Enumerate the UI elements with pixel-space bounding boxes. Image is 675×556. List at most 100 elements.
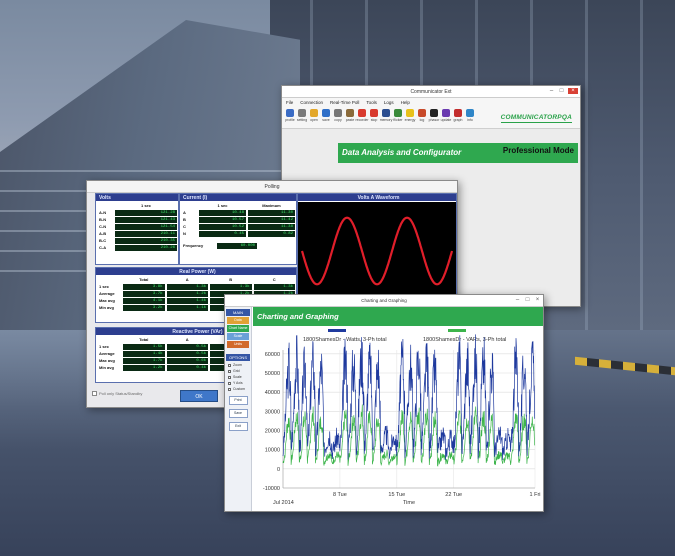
current-row: C 10.52 11.38	[180, 223, 296, 230]
volts-row-value: 210.26	[115, 244, 177, 251]
toolbar-label: paste	[345, 118, 355, 122]
update-icon	[442, 109, 450, 117]
toolbar-graph-button[interactable]: graph	[453, 109, 463, 122]
real-power-col-header: B	[229, 277, 233, 282]
option-checkbox[interactable]	[228, 387, 231, 391]
current-row-label: A	[183, 210, 186, 215]
volts-row-label: A-N	[99, 210, 107, 215]
close-icon[interactable]: ×	[568, 88, 578, 94]
menu-logs[interactable]: Logs	[384, 98, 394, 107]
menu-real-time-poll[interactable]: Real-Time Poll	[330, 98, 359, 107]
current-row-value: 10.57	[199, 216, 246, 223]
toolbar-save-button[interactable]: save	[321, 109, 331, 122]
menu-connection[interactable]: Connection	[300, 98, 323, 107]
current-row-label: B	[183, 217, 186, 222]
menu-file[interactable]: File	[286, 98, 293, 107]
exit-button[interactable]: Exit	[228, 422, 248, 431]
reactive-power-col-header: Total	[139, 337, 149, 342]
y-tick-label: 20000	[265, 429, 280, 435]
save-button[interactable]: Save	[228, 409, 248, 418]
volts-row: A-B 210.11	[96, 230, 178, 237]
option-checkbox[interactable]	[228, 369, 231, 373]
toolbar-profile-button[interactable]: profile	[285, 109, 295, 122]
volts-rows: A-N 121.28 B-N 121.43 C-N 121.54 A-B 210.11 B-C 2…	[96, 209, 178, 251]
power-row-value: 1.1k	[166, 304, 208, 311]
volts-row: A-N 121.28	[96, 209, 178, 216]
toolbar-label: open	[310, 118, 318, 122]
toolbar-memory-button[interactable]: memory	[379, 109, 393, 122]
power-row-value: 3.7k	[123, 290, 165, 297]
volts-row-label: B-N	[99, 217, 107, 222]
toolbar-update-button[interactable]: update	[441, 109, 451, 122]
power-row-value: 3.2k	[123, 304, 165, 311]
toolbar-open-button[interactable]: open	[309, 109, 319, 122]
toolbar-log-button[interactable]: log	[417, 109, 427, 122]
real-power-col-header: C	[272, 277, 276, 282]
power-row-label: Min avg	[99, 305, 114, 310]
y-tick-label: 50000	[265, 371, 280, 377]
toolbar: profile setting open save copy paste recorder s…	[282, 107, 580, 129]
copy-icon	[334, 109, 342, 117]
toolbar-label: phasor	[428, 118, 440, 122]
current-row-value: 10.48	[199, 209, 246, 216]
option-checkbox[interactable]	[228, 363, 231, 367]
option-checkbox[interactable]	[228, 381, 231, 385]
poll-status-checkbox[interactable]: Poll only Status/Standby	[92, 391, 142, 396]
bulb-icon	[406, 109, 414, 117]
option-checkbox[interactable]	[228, 375, 231, 379]
toolbar-paste-button[interactable]: paste	[345, 109, 355, 122]
volts-row-label: C-N	[99, 224, 107, 229]
reactive-power-col-header: A	[185, 337, 189, 342]
ok-button[interactable]: OK	[180, 390, 218, 402]
save-icon	[322, 109, 330, 117]
brand-logo: COMMUNICATORPQA	[500, 114, 572, 123]
minimize-icon[interactable]: –	[548, 88, 555, 94]
toolbar-label: memory	[379, 118, 393, 122]
sidebar-item-chart-name[interactable]: Chart Name	[227, 325, 249, 332]
option-custom[interactable]: Custom	[225, 386, 251, 392]
sidebar-item-scale[interactable]: Scale	[227, 333, 249, 340]
current-row-value: 0.45	[199, 230, 246, 237]
toolbar-label: stop	[370, 118, 378, 122]
menu-help[interactable]: Help	[401, 98, 410, 107]
toolbar-flicker-button[interactable]: flicker	[393, 109, 403, 122]
toolbar-setting-button[interactable]: setting	[297, 109, 307, 122]
power-row-value: 1.7k	[123, 357, 165, 364]
volts-header: Volts	[96, 194, 178, 202]
toolbar-label: log	[419, 118, 425, 122]
toolbar-copy-button[interactable]: copy	[333, 109, 343, 122]
y-tick-label: 60000	[265, 352, 280, 358]
close-icon[interactable]: ×	[534, 297, 541, 303]
print-button[interactable]: Print	[228, 396, 248, 405]
frequency-row: Frequency 60.000	[180, 242, 296, 249]
real-power-col-header: Total	[139, 277, 149, 282]
checkbox-box[interactable]	[92, 391, 97, 396]
toolbar-recorder-button[interactable]: recorder	[355, 109, 369, 122]
power-row-label: Average	[99, 291, 115, 296]
menu-tools[interactable]: Tools	[366, 98, 377, 107]
gear-icon	[298, 109, 306, 117]
maximize-icon[interactable]: □	[558, 88, 565, 94]
legend-swatch	[448, 329, 466, 332]
paste-icon	[346, 109, 354, 117]
legend-swatch	[328, 329, 346, 332]
power-row-label: Min avg	[99, 365, 114, 370]
sidebar-item-units[interactable]: Units	[227, 341, 249, 348]
sidebar-item-data[interactable]: Data	[227, 317, 249, 324]
maximize-icon[interactable]: □	[524, 297, 531, 303]
toolbar-energy-button[interactable]: energy	[405, 109, 415, 122]
power-row-value: 1.3k	[253, 283, 295, 290]
info-icon	[466, 109, 474, 117]
minimize-icon[interactable]: –	[514, 297, 521, 303]
power-row-value: 0.4k	[166, 364, 208, 371]
toolbar-label: info	[467, 118, 473, 122]
volts-row-value: 210.35	[115, 237, 177, 244]
toolbar-stop-button[interactable]: stop	[369, 109, 379, 122]
toolbar-info-button[interactable]: info	[465, 109, 475, 122]
toolbar-label: profile	[285, 118, 295, 122]
frequency-label: Frequency	[183, 243, 204, 248]
toolbar-label: recorder	[355, 118, 369, 122]
volts-row: C-N 121.54	[96, 223, 178, 230]
toolbar-phasor-button[interactable]: phasor	[429, 109, 439, 122]
x-axis-label: Time	[403, 500, 415, 506]
